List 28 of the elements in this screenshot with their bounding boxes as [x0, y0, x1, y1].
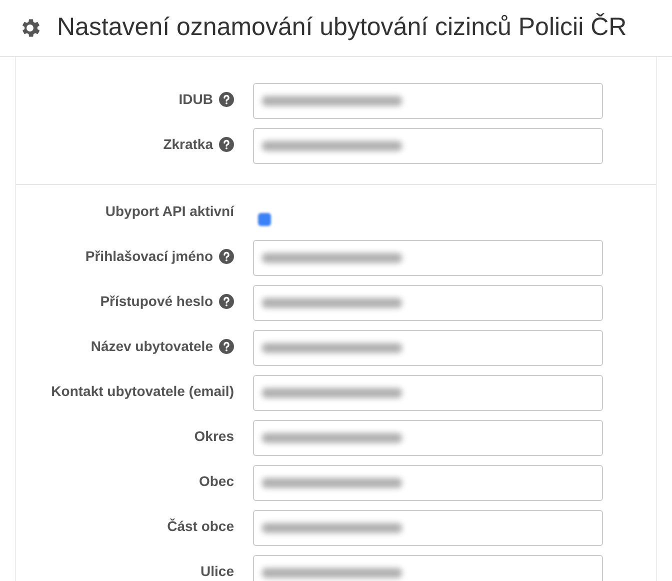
input-field[interactable]: [253, 555, 603, 581]
input-field[interactable]: [253, 465, 603, 501]
field-label: Kontakt ubytovatele (email): [51, 382, 234, 401]
field-label: Obec: [198, 472, 234, 491]
input-field[interactable]: [253, 83, 603, 119]
help-icon[interactable]: [219, 294, 234, 309]
field-label: Název ubytovatele: [90, 337, 213, 356]
input-field[interactable]: [253, 128, 603, 164]
field-label: Ubyport API aktivní: [105, 202, 234, 221]
input-field[interactable]: [253, 375, 603, 411]
field-label: Ulice: [200, 562, 234, 581]
field-label: Okres: [194, 427, 234, 446]
help-icon[interactable]: [219, 92, 234, 107]
field-label: Zkratka: [163, 135, 213, 154]
page-title: Nastavení oznamování ubytování cizinců Policii ČR: [57, 12, 627, 44]
help-icon[interactable]: [219, 137, 234, 152]
field-label: Přihlašovací jméno: [85, 247, 213, 266]
field-label: IDUB: [178, 90, 213, 109]
field-label: Přístupové heslo: [100, 292, 213, 311]
input-field[interactable]: [253, 420, 603, 456]
help-icon[interactable]: [219, 249, 234, 264]
help-icon[interactable]: [219, 339, 234, 354]
field-label: Část obce: [167, 517, 234, 536]
input-field[interactable]: [253, 330, 603, 366]
input-field[interactable]: [253, 510, 603, 546]
checkbox[interactable]: [258, 213, 271, 226]
input-field[interactable]: [253, 285, 603, 321]
input-field[interactable]: [253, 240, 603, 276]
